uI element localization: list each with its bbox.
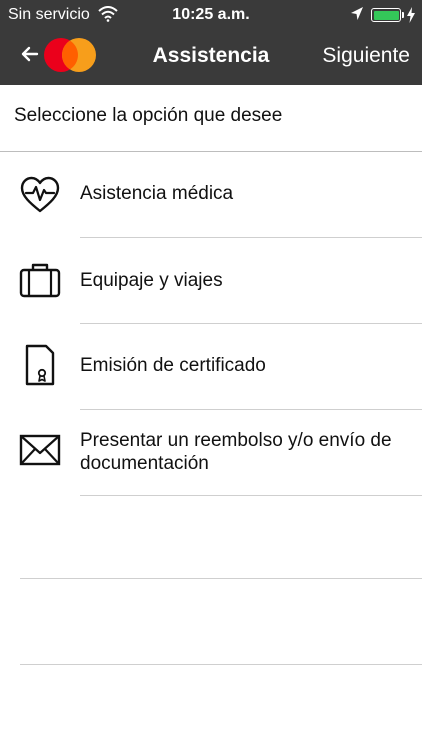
location-arrow-icon [351,7,363,20]
instruction-text: Seleccione la opción que desee [14,105,283,126]
row-divider [80,495,422,496]
option-luggage-travel[interactable]: Equipaje y viajes [0,238,422,324]
heart-pulse-icon [20,176,60,213]
option-label: Emisión de certificado [80,355,266,376]
option-reimbursement[interactable]: Presentar un reembolso y/o envío de docu… [0,410,422,496]
empty-row-divider [20,664,422,665]
top-bar: Sin servicio 10:25 a.m. Assistencia Sigu… [0,0,422,85]
navigation-bar: Assistencia Siguiente [0,30,422,85]
option-label: Asistencia médica [80,183,234,204]
option-medical-assistance[interactable]: Asistencia médica [0,152,422,238]
envelope-icon [19,434,61,466]
option-label: Presentar un reembolso y/o envío de docu… [80,430,392,474]
option-certificate-issuance[interactable]: Emisión de certificado [0,324,422,410]
charging-bolt-icon [407,7,415,23]
certificate-icon [25,344,55,386]
suitcase-icon [19,263,61,298]
option-label: Equipaje y viajes [80,270,223,291]
battery-icon [371,8,404,22]
status-bar: Sin servicio 10:25 a.m. [0,0,422,30]
empty-row-divider [20,578,422,579]
next-button[interactable]: Siguiente [322,44,410,68]
